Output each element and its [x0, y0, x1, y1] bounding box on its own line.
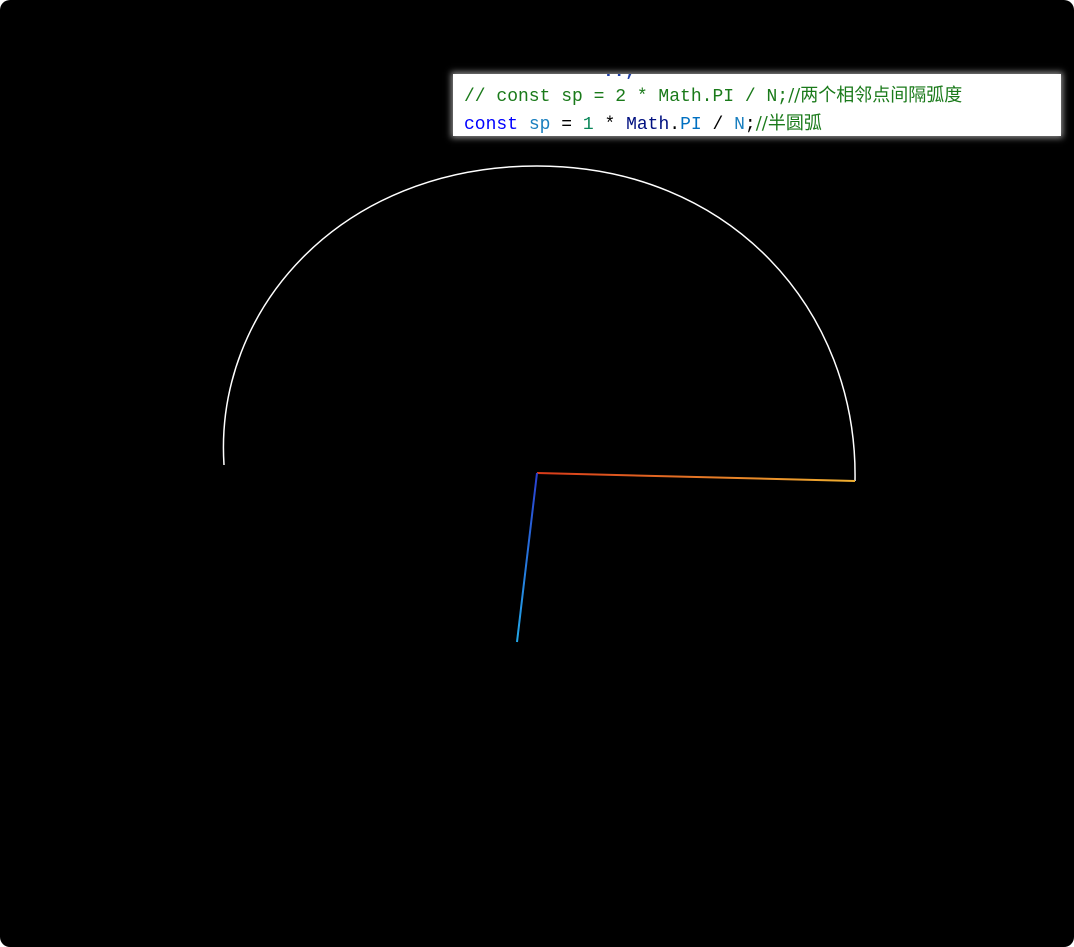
code-comment: //两个相邻点间隔弧度	[788, 85, 963, 106]
code-line-commented: // const sp = 2 * Math.PI / N;//两个相邻点间隔弧…	[464, 83, 962, 109]
canvas-viewport: ..; // const sp = 2 * Math.PI / N;//两个相邻…	[0, 0, 1074, 947]
code-number: 1	[582, 115, 594, 135]
x-axis-line	[536, 472, 856, 482]
z-axis-line	[516, 472, 538, 643]
code-variable: N	[734, 115, 745, 135]
code-line-active: const sp = 1 * Math.PI / N;//半圆弧	[464, 111, 822, 136]
commented-code: // const sp = 2 * Math.PI / N;	[464, 87, 789, 107]
code-comment: //半圆弧	[755, 113, 822, 134]
code-property: PI	[680, 115, 702, 135]
code-object: Math	[626, 115, 670, 135]
clipped-code-fragment: ..;	[603, 74, 635, 81]
half-circle-arc	[222, 165, 856, 482]
code-operator: /	[701, 115, 735, 135]
code-snippet-overlay: ..; // const sp = 2 * Math.PI / N;//两个相邻…	[453, 74, 1061, 136]
code-variable: sp	[528, 115, 551, 135]
code-operator: =	[550, 115, 583, 135]
code-keyword: const	[464, 115, 519, 135]
code-semicolon: ;	[744, 115, 756, 135]
canvas-scene	[222, 165, 856, 643]
code-operator: *	[593, 115, 627, 135]
code-dot: .	[669, 115, 681, 135]
